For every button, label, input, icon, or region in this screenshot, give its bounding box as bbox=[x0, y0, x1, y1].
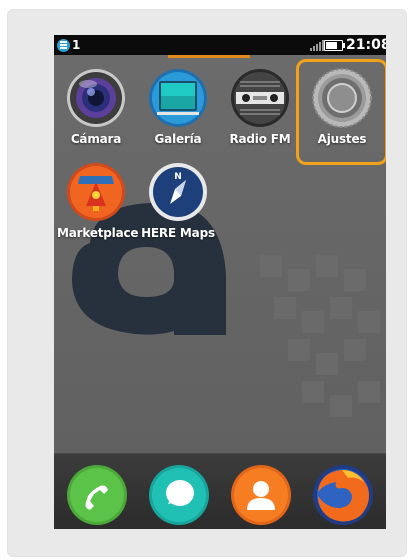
dock bbox=[54, 453, 386, 529]
phone-screen: 1 21:08 Cámara Galería Radio FM Ajustes … bbox=[54, 35, 386, 529]
app-camara[interactable]: Cámara bbox=[57, 68, 135, 146]
battery-level bbox=[326, 42, 337, 49]
highlighted-app-frame bbox=[296, 59, 386, 165]
page-indicator bbox=[168, 55, 250, 58]
camera-icon bbox=[66, 68, 126, 128]
radio-icon bbox=[230, 68, 290, 128]
app-label: Radio FM bbox=[229, 132, 291, 146]
app-label: HERE Maps bbox=[141, 226, 215, 240]
notification-indicator[interactable]: 1 bbox=[57, 38, 80, 52]
app-label: Marketplace bbox=[57, 226, 139, 240]
marketplace-icon bbox=[66, 162, 126, 222]
compass-icon: N bbox=[148, 162, 208, 222]
app-here-maps[interactable]: N HERE Maps bbox=[139, 162, 217, 240]
app-galeria[interactable]: Galería bbox=[139, 68, 217, 146]
app-label: Cámara bbox=[70, 132, 122, 146]
app-radio-fm[interactable]: Radio FM bbox=[221, 68, 299, 146]
app-label: Galería bbox=[154, 132, 202, 146]
battery-icon bbox=[324, 40, 345, 51]
status-bar: 1 21:08 bbox=[54, 35, 386, 55]
phone-icon[interactable] bbox=[66, 464, 128, 526]
notification-count: 1 bbox=[72, 38, 81, 52]
firefox-icon[interactable] bbox=[312, 464, 374, 526]
status-clock: 21:08 bbox=[346, 37, 386, 53]
notification-icon bbox=[57, 38, 70, 52]
gallery-icon bbox=[148, 68, 208, 128]
app-marketplace[interactable]: Marketplace bbox=[57, 162, 139, 240]
signal-strength-icon bbox=[310, 40, 324, 51]
messages-icon[interactable] bbox=[148, 464, 210, 526]
svg-text:N: N bbox=[174, 172, 182, 182]
contacts-icon[interactable] bbox=[230, 464, 292, 526]
